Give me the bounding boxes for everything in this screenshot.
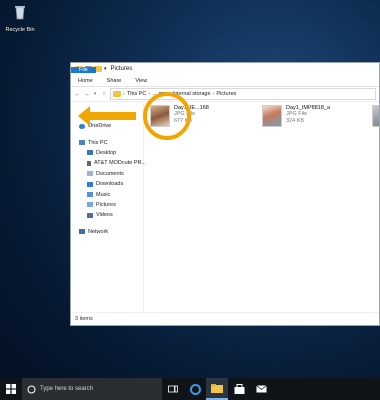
nav-downloads[interactable]: Downloads <box>71 179 143 189</box>
address-bar-row: ← → ▾ ↑ › This PC › ... me › Internal st… <box>71 87 379 102</box>
tab-file[interactable]: File <box>71 67 96 73</box>
recycle-bin-desktop-icon[interactable]: Recycle Bin <box>2 2 38 34</box>
customize-dropdown-icon[interactable]: ▾ <box>104 66 107 72</box>
folder-icon <box>211 383 223 393</box>
nav-att-label: AT&T MODcute PR... <box>94 160 147 167</box>
start-button[interactable] <box>0 378 22 400</box>
tab-home[interactable]: Home <box>71 75 100 86</box>
edge-browser-button[interactable] <box>184 378 206 400</box>
nav-network[interactable]: Network <box>71 227 143 237</box>
nav-desktop[interactable]: Desktop <box>71 148 143 158</box>
forward-arrow-icon[interactable]: → <box>83 91 90 98</box>
nav-downloads-label: Downloads <box>96 181 124 188</box>
task-view-button[interactable] <box>162 378 184 400</box>
pictures-icon <box>87 202 93 208</box>
tab-view[interactable]: View <box>128 75 154 86</box>
highlight-circle <box>143 92 191 140</box>
window-title: Pictures <box>110 66 133 72</box>
nav-videos[interactable]: Videos <box>71 210 143 220</box>
file-item[interactable] <box>372 105 379 127</box>
image-thumbnail <box>262 105 282 127</box>
download-icon <box>87 181 93 187</box>
file-type: JPG File <box>286 111 308 117</box>
crumb-this-pc[interactable]: This PC <box>127 91 147 97</box>
content-area: OneDrive This PC Desktop AT&T MODcute PR… <box>71 101 379 313</box>
mail-button[interactable] <box>250 378 272 400</box>
store-button[interactable] <box>228 378 250 400</box>
nav-videos-label: Videos <box>96 212 113 219</box>
videos-icon <box>87 212 93 218</box>
search-placeholder: Type here to search <box>40 386 94 392</box>
file-explorer-window: ▾ Pictures File Home Share View ← → ▾ ↑ … <box>70 62 380 326</box>
nav-music-label: Music <box>96 191 111 198</box>
back-arrow-icon[interactable]: ← <box>74 91 81 98</box>
desktop-icon <box>87 150 93 156</box>
windows-logo-icon <box>6 384 16 394</box>
image-thumbnail <box>372 105 379 127</box>
mail-envelope-icon <box>255 385 267 393</box>
taskbar: Type here to search <box>0 378 380 400</box>
nav-documents[interactable]: Documents <box>71 169 143 179</box>
nav-desktop-label: Desktop <box>96 149 117 156</box>
phone-icon <box>87 160 91 166</box>
music-icon <box>87 192 93 198</box>
nav-pictures-label: Pictures <box>96 201 116 208</box>
cortana-circle-icon <box>27 385 36 393</box>
nav-this-pc[interactable]: This PC <box>71 137 143 147</box>
task-view-icon <box>168 385 178 393</box>
recycle-bin-icon <box>15 6 25 20</box>
file-size: 324 KB <box>286 118 305 124</box>
file-item[interactable]: Day1_IMP8818_a JPG File 324 KB <box>262 105 330 127</box>
recycle-bin-label: Recycle Bin <box>5 27 35 33</box>
computer-icon <box>79 140 85 146</box>
nav-this-pc-label: This PC <box>88 139 108 146</box>
nav-att-device[interactable]: AT&T MODcute PR... <box>71 158 147 168</box>
up-arrow-icon[interactable]: ↑ <box>101 91 107 98</box>
status-bar: 3 items <box>71 312 379 325</box>
title-bar: ▾ Pictures <box>71 63 379 75</box>
store-bag-icon <box>234 384 244 394</box>
nav-music[interactable]: Music <box>71 189 143 199</box>
tab-share[interactable]: Share <box>100 75 129 86</box>
crumb-pictures[interactable]: Pictures <box>216 91 236 97</box>
documents-icon <box>87 171 93 177</box>
nav-documents-label: Documents <box>96 170 124 177</box>
recent-dropdown-icon[interactable]: ▾ <box>92 91 98 97</box>
ribbon-tabs: File Home Share View <box>71 67 379 87</box>
nav-pictures[interactable]: Pictures <box>71 200 143 210</box>
navigation-pane: OneDrive This PC Desktop AT&T MODcute PR… <box>71 101 147 313</box>
left-arrow-annotation-icon <box>78 106 136 126</box>
network-icon <box>79 229 85 235</box>
file-explorer-button[interactable] <box>206 378 228 400</box>
edge-icon <box>189 383 201 395</box>
nav-network-label: Network <box>88 228 109 235</box>
taskbar-search-box[interactable]: Type here to search <box>22 378 162 400</box>
folder-icon <box>113 91 121 97</box>
